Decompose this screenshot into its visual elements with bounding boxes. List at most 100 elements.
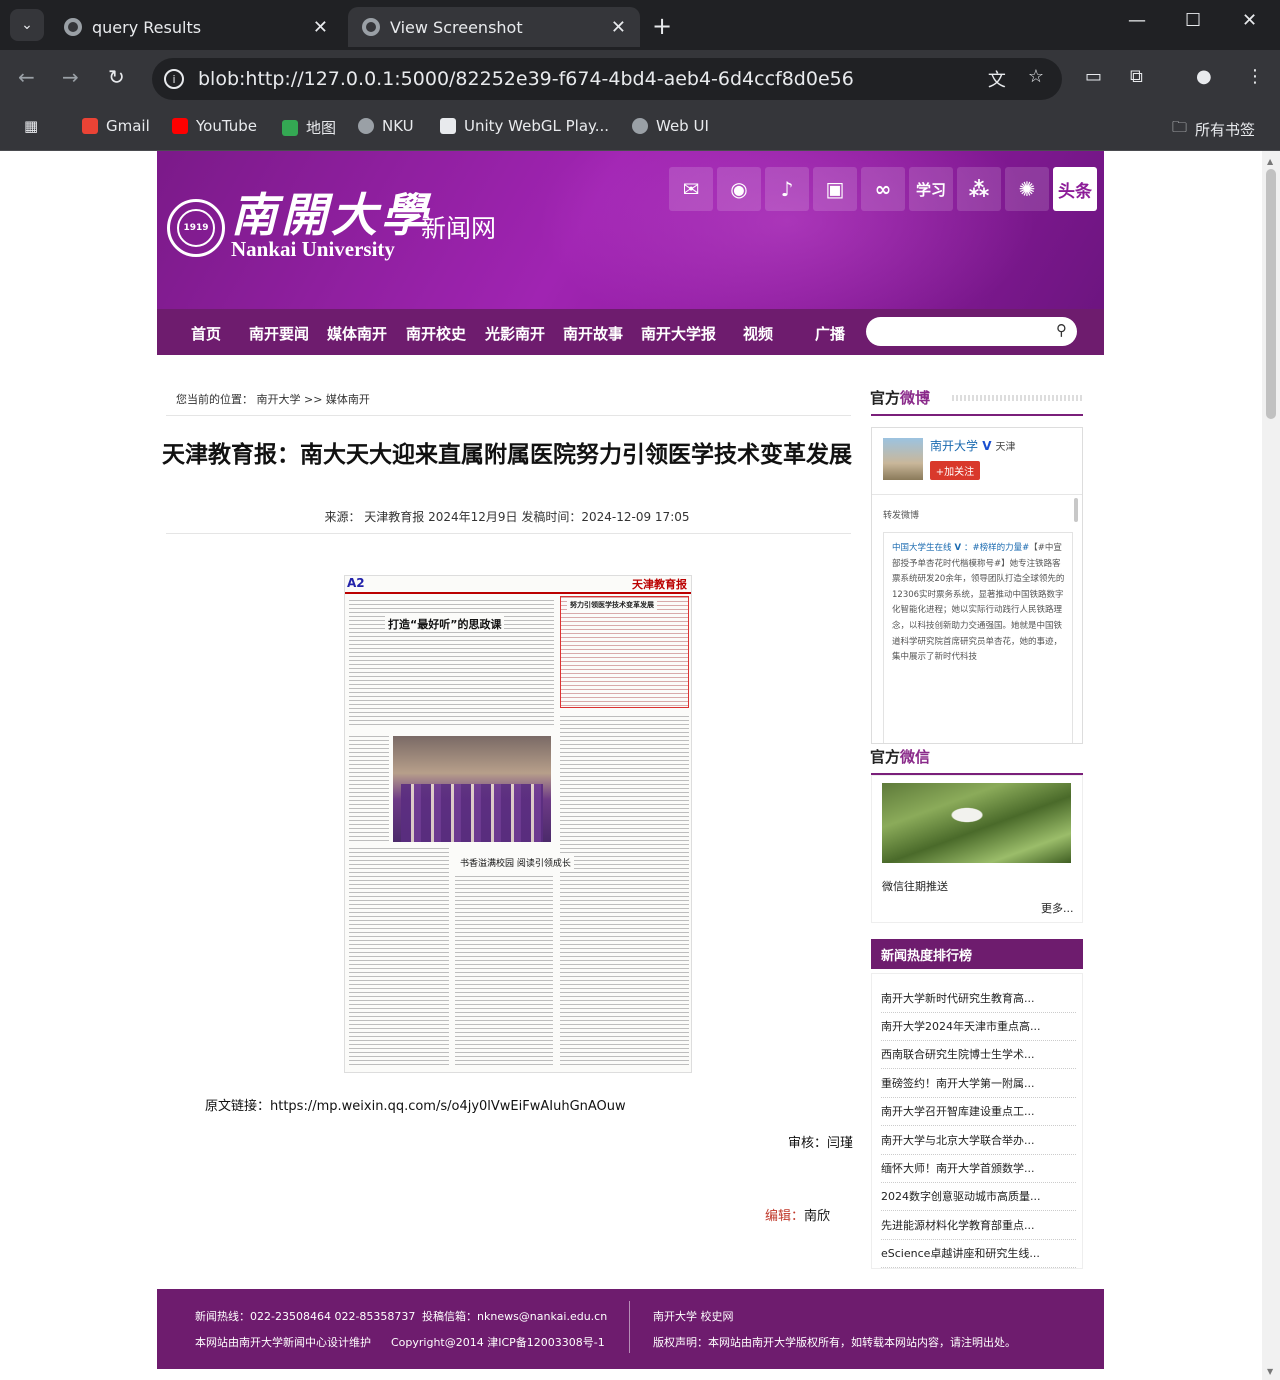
maximize-button[interactable]: ☐	[1185, 10, 1201, 31]
menu-icon[interactable]: ⋮	[1246, 66, 1264, 87]
weibo-post[interactable]: 中国大学生在线 V ：#榜样的力量#【#中宣部授予单杏花时代楷模称号#】她专注铁…	[883, 532, 1073, 743]
nav-stories[interactable]: 南开故事	[563, 323, 623, 344]
avatar[interactable]	[883, 438, 923, 480]
bookmark-nku[interactable]: NKU	[358, 117, 414, 135]
seal-inner: 1919	[177, 209, 215, 247]
forward-button[interactable]: →	[62, 65, 79, 89]
nav-news[interactable]: 南开要闻	[249, 323, 309, 344]
university-seal-logo[interactable]: 1919	[167, 199, 225, 257]
info-icon[interactable]: i	[164, 69, 184, 89]
reading-mode-icon[interactable]: ▭	[1085, 66, 1102, 87]
bookmark-maps[interactable]: 地图	[282, 117, 336, 138]
nav-paper[interactable]: 南开大学报	[641, 323, 716, 344]
nav-gallery[interactable]: 光影南开	[485, 323, 545, 344]
wechat-caption[interactable]: 微信往期推送	[882, 878, 948, 894]
bookmark-label: 所有书签	[1195, 121, 1256, 139]
ranking-item[interactable]: eScience卓越讲座和研究生线...	[881, 1240, 1076, 1268]
wechat-image[interactable]	[882, 783, 1071, 863]
dandelion-icon[interactable]: ✺	[1005, 167, 1049, 211]
ranking-item[interactable]: 南开大学与北京大学联合举办...	[881, 1127, 1076, 1155]
xuexi-icon[interactable]: 学习	[909, 167, 953, 211]
logo-english[interactable]: Nankai University	[231, 237, 395, 262]
star-icon[interactable]: ☆	[1028, 66, 1044, 92]
ranking-item[interactable]: 南开大学2024年天津市重点高...	[881, 1013, 1076, 1041]
follow-button[interactable]: +加关注	[930, 461, 980, 480]
reload-button[interactable]: ↻	[108, 65, 125, 89]
title-highlight: 微博	[900, 389, 931, 407]
more-link[interactable]: 更多...	[1041, 900, 1074, 916]
extensions-icon[interactable]: ⧉	[1130, 66, 1143, 87]
weibo-account-name[interactable]: 南开大学 V 天津	[930, 437, 1015, 454]
all-bookmarks[interactable]: 🗀 所有书签	[1172, 117, 1255, 142]
text-column	[455, 876, 553, 1068]
site-search-input[interactable]: ⚲	[866, 317, 1077, 346]
weibo-scrollbar[interactable]	[1074, 498, 1078, 522]
editor-name: 南欣	[804, 1209, 831, 1224]
globe-icon	[362, 18, 380, 36]
footer-rights: 版权声明：本网站由南开大学版权所有，如转载本网站内容，请注明出处。	[653, 1336, 1016, 1349]
tab-search-button[interactable]: ⌄	[10, 9, 44, 41]
ranking-title: 新闻热度排行榜	[871, 939, 1083, 969]
ranking-item[interactable]: 南开大学召开智库建设重点工...	[881, 1098, 1076, 1126]
address-bar[interactable]: i blob:http://127.0.0.1:5000/82252e39-f6…	[152, 58, 1062, 100]
footer-links[interactable]: 南开大学 校史网	[653, 1308, 734, 1324]
scroll-up-icon[interactable]: ▲	[1267, 157, 1273, 166]
unity-icon	[440, 118, 456, 134]
ranking-item[interactable]: 先进能源材料化学教育部重点...	[881, 1212, 1076, 1240]
footer-email[interactable]: 投稿信箱：nknews@nankai.edu.cn	[422, 1308, 607, 1324]
minimize-button[interactable]: —	[1128, 10, 1146, 31]
tab-query-results[interactable]: query Results ✕	[50, 7, 342, 47]
folder-icon: 🗀	[1172, 118, 1188, 136]
new-tab-button[interactable]: +	[652, 12, 672, 40]
window-close-button[interactable]: ✕	[1242, 10, 1257, 31]
kuaishou-icon[interactable]: ∞	[861, 167, 905, 211]
post-user[interactable]: 中国大学生在线	[892, 543, 952, 553]
wechat-icon[interactable]: ✉	[669, 167, 713, 211]
bookmark-webui[interactable]: Web UI	[632, 117, 709, 135]
nav-history[interactable]: 南开校史	[406, 323, 466, 344]
tab-strip: ⌄ query Results ✕ View Screenshot ✕ + — …	[0, 0, 1280, 50]
translate-icon[interactable]: 文	[988, 66, 1006, 92]
chevron-down-icon: ⌄	[21, 17, 33, 33]
page-scrollbar[interactable]: ▲ ▼	[1262, 151, 1280, 1380]
newspaper-page-image[interactable]: A2 天津教育报 打造“最好听”的思政课 努力引领医学技术变革发展 书香溢满校园…	[344, 575, 692, 1073]
weibo-section-title: 官方微博	[870, 387, 930, 408]
post-tag[interactable]: ：#榜样的力量#	[964, 543, 1029, 553]
back-button[interactable]: ←	[18, 65, 35, 89]
ranking-item[interactable]: 西南联合研究生院博士生学术...	[881, 1041, 1076, 1069]
toutiao-icon[interactable]: 头条	[1053, 167, 1097, 211]
search-icon[interactable]: ⚲	[1056, 321, 1067, 339]
close-icon[interactable]: ✕	[611, 17, 626, 38]
highlight-box	[560, 596, 689, 708]
weibo-icon[interactable]: ◉	[717, 167, 761, 211]
nav-radio[interactable]: 广播	[815, 323, 845, 344]
profile-icon[interactable]: ●	[1196, 66, 1212, 87]
original-link[interactable]: 原文链接：https://mp.weixin.qq.com/s/o4jy0lVw…	[205, 1095, 626, 1114]
close-icon[interactable]: ✕	[313, 17, 328, 38]
logo-chinese[interactable]: 南開大學	[231, 179, 431, 245]
footer-copyright: Copyright@2014 津ICP备12003308号-1	[391, 1336, 605, 1349]
ranking-item[interactable]: 2024数字创意驱动城市高质量...	[881, 1183, 1076, 1211]
douyin-icon[interactable]: ♪	[765, 167, 809, 211]
bookmark-youtube[interactable]: YouTube	[172, 117, 257, 135]
scroll-down-icon[interactable]: ▼	[1267, 1367, 1273, 1376]
article-title: 天津教育报：南大天大迎来直属附属医院努力引领医学技术变革发展	[162, 442, 852, 468]
ranking-item[interactable]: 重磅签约！南开大学第一附属...	[881, 1070, 1076, 1098]
nav-home[interactable]: 首页	[191, 323, 221, 344]
channels-icon[interactable]: ⁂	[957, 167, 1001, 211]
account-name: 南开大学	[930, 439, 979, 453]
scrollbar-thumb[interactable]	[1266, 169, 1276, 419]
apps-icon[interactable]: ▦	[24, 117, 38, 135]
nav-video[interactable]: 视频	[743, 323, 773, 344]
title-decoration	[952, 395, 1083, 401]
bookmark-gmail[interactable]: Gmail	[82, 117, 150, 135]
ranking-item[interactable]: 缅怀大师！南开大学首颁数学...	[881, 1155, 1076, 1183]
bilibili-icon[interactable]: ▣	[813, 167, 857, 211]
ranking-item[interactable]: 南开大学新时代研究生教育高...	[881, 985, 1076, 1013]
tab-view-screenshot[interactable]: View Screenshot ✕	[348, 7, 640, 47]
weibo-widget[interactable]: 南开大学 V 天津 +加关注 转发微博 中国大学生在线 V ：#榜样的力量#【#中…	[871, 427, 1083, 744]
logo-subtitle: 新闻网	[421, 214, 497, 243]
nav-media[interactable]: 媒体南开	[327, 323, 387, 344]
bookmark-unity[interactable]: Unity WebGL Play...	[440, 117, 609, 135]
reviewer: 审核：闫瑾	[788, 1136, 854, 1151]
